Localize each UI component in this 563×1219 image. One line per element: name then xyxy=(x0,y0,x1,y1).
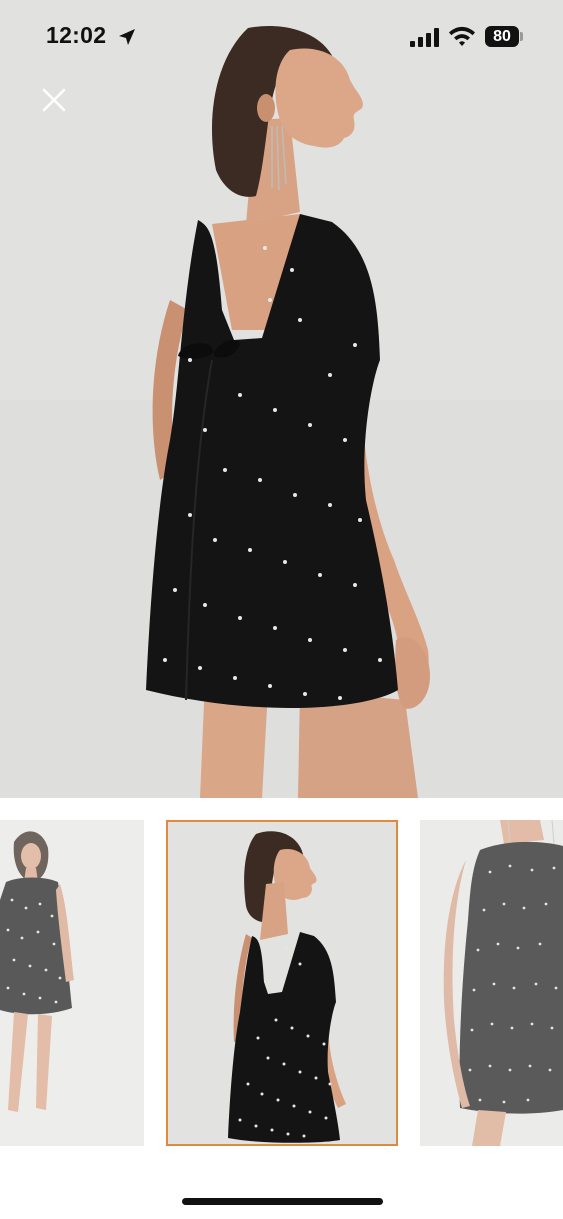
thumbnail-back-view-selected[interactable] xyxy=(166,820,398,1146)
battery-cap xyxy=(520,32,523,41)
status-bar: 12:02 80 xyxy=(0,0,563,76)
main-product-photo[interactable] xyxy=(0,0,563,798)
close-button[interactable] xyxy=(36,82,72,118)
cellular-signal-icon xyxy=(410,28,439,47)
wifi-icon xyxy=(449,26,475,46)
close-icon xyxy=(42,88,66,112)
thumbnail-front-image xyxy=(0,820,144,1146)
thumbnail-back-image xyxy=(168,822,396,1144)
home-indicator[interactable] xyxy=(182,1198,383,1205)
model-back-view-illustration xyxy=(0,0,563,798)
thumbnail-front-view[interactable] xyxy=(0,820,144,1146)
status-time: 12:02 xyxy=(46,22,107,48)
product-image-viewer: 12:02 80 xyxy=(0,0,563,1219)
thumbnail-strip xyxy=(0,798,563,1168)
battery-icon: 80 xyxy=(485,26,519,47)
location-arrow-icon xyxy=(119,29,135,45)
thumbnail-side-view[interactable] xyxy=(420,820,563,1146)
thumbnail-side-image xyxy=(420,820,563,1146)
